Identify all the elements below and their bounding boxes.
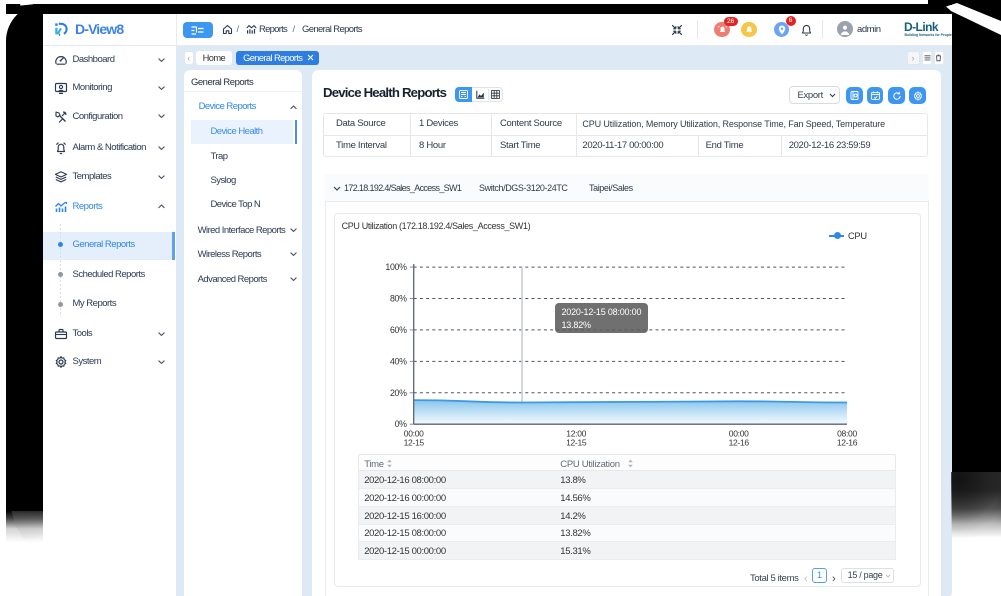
svg-text:60%: 60% <box>390 325 407 335</box>
svg-text:12-16: 12-16 <box>729 438 750 448</box>
svg-text:80%: 80% <box>390 294 407 304</box>
svg-text:20%: 20% <box>390 388 407 398</box>
svg-text:40%: 40% <box>390 356 407 366</box>
svg-text:12-15: 12-15 <box>566 438 587 448</box>
svg-text:100%: 100% <box>385 262 407 272</box>
svg-text:12-16: 12-16 <box>837 438 858 448</box>
svg-text:12-15: 12-15 <box>404 438 425 448</box>
